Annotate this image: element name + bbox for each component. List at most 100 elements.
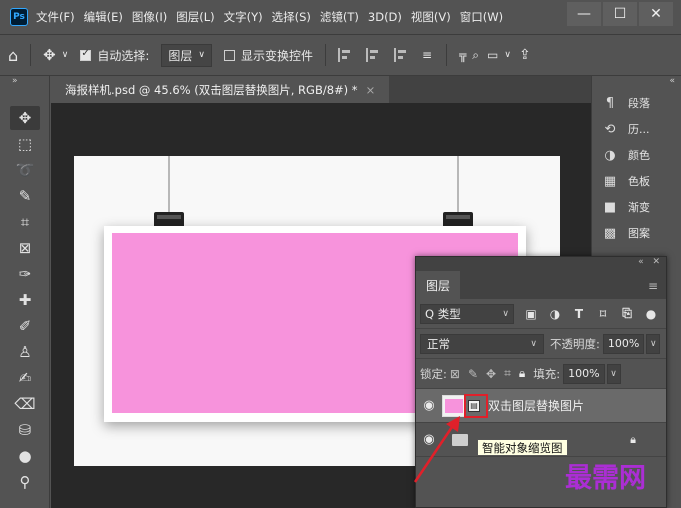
minimize-button[interactable]: —: [567, 2, 601, 26]
stamp-tool-icon[interactable]: ♙: [10, 340, 40, 364]
tab-layers[interactable]: 图层: [416, 271, 461, 299]
photoshop-logo-icon: Ps: [10, 8, 28, 26]
panel-label: 颜色: [628, 149, 650, 162]
layer-name: 双击图层替换图片: [488, 399, 585, 413]
hanging-wire: [168, 156, 170, 212]
close-button[interactable]: ✕: [639, 2, 673, 26]
chevron-down-icon[interactable]: ∨: [504, 50, 511, 60]
dodge-tool-icon[interactable]: ⚲: [10, 470, 40, 494]
divider: [446, 44, 448, 66]
collapse-icon[interactable]: «: [638, 257, 644, 267]
panel-menu-icon[interactable]: ≡: [648, 279, 658, 293]
share-icon[interactable]: ⇪: [519, 47, 531, 63]
blend-mode-dropdown[interactable]: 正常 ∨: [420, 333, 544, 354]
pattern-icon: ▩: [603, 225, 617, 241]
fill-label: 填充:: [533, 366, 561, 381]
arrow-shaft: [413, 423, 456, 483]
align-center-icon[interactable]: [366, 48, 380, 62]
divider: [325, 44, 326, 66]
lock-position-icon[interactable]: ✥: [486, 367, 496, 381]
quick-select-tool-icon[interactable]: ✎: [10, 184, 40, 208]
distribute-icon[interactable]: ≡: [422, 48, 432, 62]
filter-adjustment-icon[interactable]: ◑: [546, 307, 564, 321]
show-transform-option[interactable]: 显示变换控件: [223, 47, 313, 64]
menu-edit[interactable]: 编辑(E): [84, 9, 123, 25]
move-tool-icon[interactable]: ✥: [10, 106, 40, 130]
tools-panel: » ✥ ⬚ ➰ ✎ ⌗ ⊠ ✑ ✚ ✐ ♙ ✍ ⌫ ⛁ ● ⚲: [0, 76, 50, 508]
eraser-tool-icon[interactable]: ⌫: [10, 392, 40, 416]
eye-icon[interactable]: ◉: [416, 398, 442, 413]
filter-pixel-icon[interactable]: ▣: [522, 307, 540, 321]
move-tool-icon[interactable]: ✥ ∨: [43, 46, 68, 64]
workspace-icon[interactable]: ▭: [487, 48, 498, 62]
annotation-arrow: [413, 416, 460, 483]
fill-dropdown-icon[interactable]: ∨: [606, 363, 621, 384]
align-right-icon[interactable]: [394, 48, 408, 62]
layer-filter-dropdown[interactable]: Q 类型 ∨: [420, 303, 514, 324]
filter-type-icon[interactable]: T: [570, 307, 588, 321]
blur-tool-icon[interactable]: ●: [10, 444, 40, 468]
collapse-icon[interactable]: »: [0, 76, 49, 98]
auto-select-option[interactable]: 自动选择:: [80, 47, 149, 64]
blend-opacity-row: 正常 ∨ 不透明度: 100% ∨: [416, 329, 666, 359]
maximize-button[interactable]: ☐: [603, 2, 637, 26]
swatches-icon: ▦: [603, 173, 617, 189]
filter-shape-icon[interactable]: ⌑: [594, 307, 612, 321]
opacity-dropdown-icon[interactable]: ∨: [646, 333, 661, 354]
lock-icon: 🔒︎: [630, 432, 636, 446]
collapsed-panels-dock: « ¶ 段落 ⟲ 历... ◑ 颜色 ▦ 色板 ■ 渐变 ▩ 图案: [591, 76, 681, 266]
menu-type[interactable]: 文字(Y): [224, 9, 263, 25]
lock-artboard-icon[interactable]: ⌗: [504, 366, 511, 381]
lasso-tool-icon[interactable]: ➰: [10, 158, 40, 182]
home-icon[interactable]: ⌂: [8, 46, 18, 65]
brush-tool-icon[interactable]: ✐: [10, 314, 40, 338]
menu-3d[interactable]: 3D(D): [368, 10, 402, 24]
collapse-icon[interactable]: «: [592, 76, 681, 90]
opacity-label: 不透明度:: [550, 336, 600, 351]
layers-tab-row: 图层 ≡: [416, 271, 666, 299]
filter-smart-object-icon[interactable]: ⎘: [618, 306, 636, 321]
window-controls: — ☐ ✕: [565, 2, 673, 26]
fill-input[interactable]: 100%: [563, 363, 605, 384]
frame-tool-icon[interactable]: ⊠: [10, 236, 40, 260]
close-icon[interactable]: ✕: [652, 257, 660, 267]
align-top-icon[interactable]: ╦: [459, 48, 466, 62]
menu-window[interactable]: 窗口(W): [460, 9, 503, 25]
document-tab-title: 海报样机.psd @ 45.6% (双击图层替换图片, RGB/8#) *: [65, 82, 358, 97]
panel-paragraph[interactable]: ¶ 段落: [592, 90, 681, 116]
menu-view[interactable]: 视图(V): [411, 9, 451, 25]
menu-select[interactable]: 选择(S): [272, 9, 311, 25]
filter-toggle-icon[interactable]: ●: [642, 307, 660, 321]
panel-color[interactable]: ◑ 颜色: [592, 142, 681, 168]
panel-history[interactable]: ⟲ 历...: [592, 116, 681, 142]
lock-all-icon[interactable]: 🔒︎: [519, 366, 525, 381]
show-transform-checkbox[interactable]: [223, 49, 235, 61]
menu-layer[interactable]: 图层(L): [176, 9, 214, 25]
panel-gradients[interactable]: ■ 渐变: [592, 194, 681, 220]
options-bar: ⌂ ✥∨ 自动选择: 图层 ∨ 显示变换控件 ≡ ╦ ⌕ ▭ ∨ ⇪: [0, 34, 681, 76]
paint-bucket-tool-icon[interactable]: ⛁: [10, 418, 40, 442]
search-icon[interactable]: ⌕: [472, 48, 479, 63]
close-tab-icon[interactable]: ×: [366, 83, 376, 97]
align-left-icon[interactable]: [338, 48, 352, 62]
healing-brush-tool-icon[interactable]: ✚: [10, 288, 40, 312]
lock-pixels-icon[interactable]: ✎: [468, 367, 478, 381]
panel-header-controls: « ✕: [416, 257, 666, 271]
opacity-input[interactable]: 100%: [602, 333, 645, 354]
panel-swatches[interactable]: ▦ 色板: [592, 168, 681, 194]
eyedropper-tool-icon[interactable]: ✑: [10, 262, 40, 286]
document-tab[interactable]: 海报样机.psd @ 45.6% (双击图层替换图片, RGB/8#) * ×: [51, 76, 390, 103]
marquee-tool-icon[interactable]: ⬚: [10, 132, 40, 156]
chevron-down-icon: ∨: [502, 308, 509, 319]
auto-select-checkbox[interactable]: [80, 48, 92, 61]
lock-transparent-icon[interactable]: ⊠: [450, 367, 460, 381]
panel-label: 段落: [628, 97, 650, 110]
menu-file[interactable]: 文件(F): [36, 9, 75, 25]
panel-label: 渐变: [628, 201, 650, 214]
history-brush-tool-icon[interactable]: ✍: [10, 366, 40, 390]
panel-patterns[interactable]: ▩ 图案: [592, 220, 681, 246]
auto-select-target-dropdown[interactable]: 图层 ∨: [161, 43, 212, 67]
menu-filter[interactable]: 滤镜(T): [320, 9, 359, 25]
menu-image[interactable]: 图像(I): [132, 9, 167, 25]
crop-tool-icon[interactable]: ⌗: [10, 210, 40, 234]
